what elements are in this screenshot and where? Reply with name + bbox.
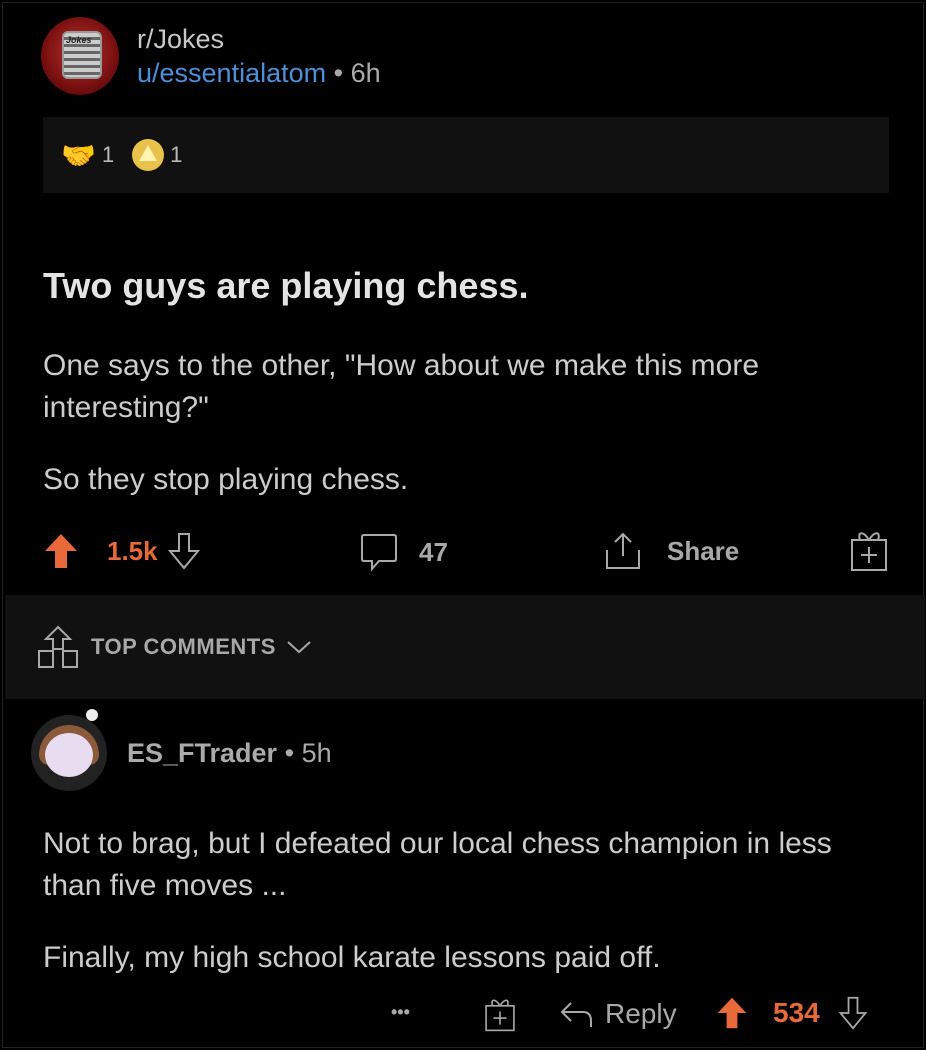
- gold-award-icon: [132, 139, 165, 171]
- comment-author[interactable]: ES_FTrader: [127, 738, 277, 768]
- awards-bar[interactable]: 🤝 1 1: [43, 117, 889, 193]
- post-author[interactable]: u/essentialatom: [137, 58, 326, 88]
- post-age: 6h: [350, 58, 381, 88]
- post-body-paragraph: One says to the other, "How about we mak…: [43, 349, 760, 424]
- comment-count: 47: [419, 536, 448, 567]
- vote-group: 1.5k: [43, 532, 200, 570]
- comment-vote-group: 534: [715, 996, 868, 1030]
- more-options-button[interactable]: •••: [391, 1002, 410, 1023]
- share-button[interactable]: Share: [603, 530, 739, 572]
- comment-bubble-icon: [361, 534, 397, 572]
- award-button[interactable]: [849, 528, 889, 572]
- post-header: Jokes r/Jokes u/essentialatom • 6h: [41, 17, 381, 95]
- subreddit-avatar[interactable]: Jokes: [41, 17, 119, 95]
- gift-icon: [851, 532, 887, 571]
- reply-button[interactable]: Reply: [559, 998, 677, 1030]
- comments-button[interactable]: 47: [359, 532, 448, 572]
- upvote-icon[interactable]: [43, 532, 79, 570]
- comment-body-paragraph: Finally, my high school karate lessons p…: [43, 941, 661, 974]
- comment-header: ES_FTrader • 5h: [31, 709, 332, 791]
- separator-dot: •: [284, 737, 295, 768]
- award-handshake[interactable]: 🤝 1: [61, 139, 114, 172]
- microphone-icon: Jokes: [62, 31, 102, 79]
- comment-award-button[interactable]: [483, 996, 517, 1032]
- post-title: Two guys are playing chess.: [43, 265, 529, 306]
- upvote-icon[interactable]: [715, 996, 749, 1030]
- comment-age: 5h: [301, 737, 332, 768]
- share-icon: [606, 532, 640, 569]
- post-screen: Jokes r/Jokes u/essentialatom • 6h 🤝 1 1…: [2, 2, 925, 1048]
- handshake-icon: 🤝: [61, 139, 96, 171]
- post-vote-count: 1.5k: [107, 535, 158, 566]
- award-gold[interactable]: 1: [132, 139, 182, 171]
- comment-vote-count: 534: [773, 997, 820, 1028]
- subreddit-name[interactable]: r/Jokes: [137, 22, 381, 56]
- comment-body-paragraph: Not to brag, but I defeated our local ch…: [43, 827, 832, 902]
- sort-dropdown[interactable]: TOP COMMENTS: [37, 625, 312, 669]
- downvote-icon[interactable]: [838, 996, 868, 1030]
- commenter-avatar[interactable]: [31, 709, 107, 791]
- post-actions: 1.5k 47 Share: [43, 528, 893, 574]
- reply-arrow-icon: [560, 1002, 592, 1027]
- post-body-paragraph: So they stop playing chess.: [43, 463, 409, 496]
- separator-dot: •: [333, 58, 344, 88]
- top-sort-icon: [38, 625, 78, 668]
- chevron-down-icon: [287, 641, 311, 654]
- gift-icon: [485, 999, 515, 1032]
- comment-actions: ••• Reply 534: [383, 996, 903, 1036]
- downvote-icon[interactable]: [167, 532, 200, 570]
